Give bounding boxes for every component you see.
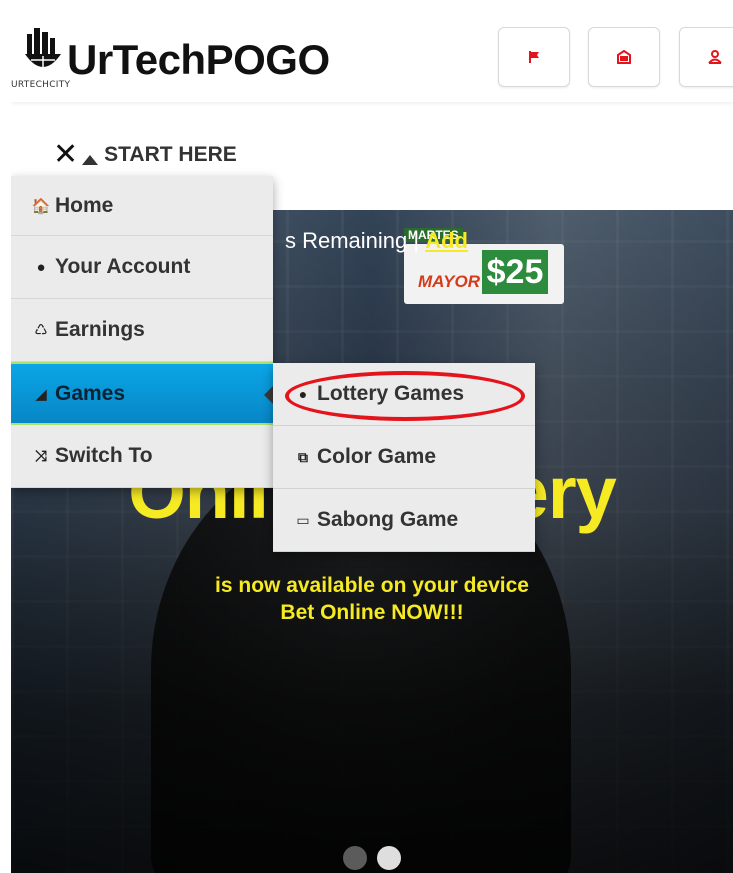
add-link[interactable]: Add (425, 228, 468, 253)
menu-item-label: Games (55, 381, 126, 405)
menu-item-your-account[interactable]: ● Your Account (11, 236, 273, 299)
price-tag-word: MAYOR (418, 272, 481, 291)
menu-item-switch-to[interactable]: ⤨ Switch To (11, 425, 273, 488)
menu-item-games[interactable]: ◢ Games (11, 362, 273, 425)
user-icon (708, 50, 722, 64)
hero-line-2: Bet Online NOW!!! (280, 601, 464, 624)
menu-item-label: Home (55, 193, 114, 217)
app-frame: URTECHCITY UrTechPOGO MARTES MAYOR $25 s… (11, 0, 733, 873)
menu-item-earnings[interactable]: ♺ Earnings (11, 299, 273, 362)
submenu-item-label: Lottery Games (317, 382, 465, 405)
account-icon: ● (36, 258, 46, 276)
hero-line-1: is now available on your device (215, 574, 529, 597)
submenu-item-lottery-games[interactable]: ● Lottery Games (273, 363, 535, 426)
earnings-icon: ♺ (34, 322, 48, 339)
flag-icon (529, 51, 539, 63)
menu-item-label: Switch To (55, 444, 153, 467)
profile-button[interactable] (679, 27, 733, 87)
box-icon (617, 49, 631, 64)
carousel-dot-1[interactable] (343, 846, 367, 870)
flag-button[interactable] (498, 27, 570, 87)
submenu-item-label: Color Game (317, 445, 437, 468)
shuffle-icon: ⤨ (34, 447, 47, 465)
inventory-button[interactable] (588, 27, 660, 87)
site-header: URTECHCITY UrTechPOGO (11, 0, 733, 102)
menu-toggle[interactable]: ✕ START HERE (53, 140, 237, 170)
submenu-item-sabong-game[interactable]: ▭ Sabong Game (273, 489, 535, 552)
home-icon: 🏠 (31, 197, 51, 215)
city-logo-icon (25, 28, 61, 72)
carousel-dots (11, 846, 733, 870)
submenu-item-label: Sabong Game (317, 508, 459, 531)
remaining-label: s Remaining | (285, 228, 426, 253)
color-icon: ⧉ (298, 448, 308, 465)
games-submenu: ● Lottery Games ⧉ Color Game ▭ Sabong Ga… (273, 363, 535, 552)
brand-title[interactable]: UrTechPOGO (67, 36, 330, 84)
price-tag-amount: $25 (482, 250, 548, 294)
remaining-text: s Remaining | Add (285, 228, 468, 254)
menu-item-home[interactable]: 🏠 Home (11, 176, 273, 236)
side-menu: 🏠 Home ● Your Account ♺ Earnings ◢ Games… (11, 176, 273, 488)
menu-item-label: Your Account (55, 255, 191, 278)
submenu-item-color-game[interactable]: ⧉ Color Game (273, 426, 535, 489)
logo-subtitle: URTECHCITY (11, 80, 71, 90)
ticket-icon: ▭ (296, 511, 310, 528)
caret-up-icon (82, 155, 99, 165)
close-icon: ✕ (53, 138, 79, 171)
carousel-dot-2[interactable] (377, 846, 401, 870)
dot-icon: ● (298, 386, 308, 402)
menu-toggle-label: START HERE (104, 143, 237, 166)
games-icon: ◢ (35, 385, 47, 403)
menu-item-label: Earnings (55, 318, 145, 341)
